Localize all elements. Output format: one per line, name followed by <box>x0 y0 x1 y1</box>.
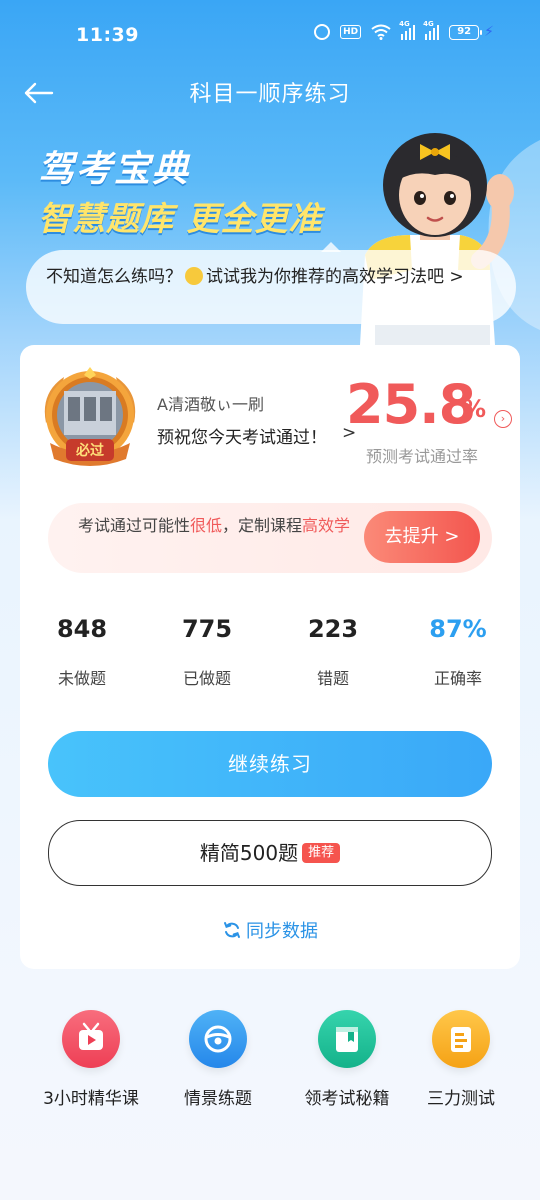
nav-bar: 科目一顺序练习 <box>0 70 540 116</box>
cell-signal-icon-2: 4G <box>423 20 440 40</box>
charging-icon: ⚡ <box>484 24 494 40</box>
improve-tip-text: 考试通过可能性很低，定制课程高效学 <box>78 516 351 535</box>
improve-tip-box: 考试通过可能性很低，定制课程高效学 去提升 > <box>48 503 492 573</box>
battery-icon: 92 <box>449 24 483 40</box>
pass-rate-value[interactable]: 25.8 <box>346 373 476 436</box>
tip-low-word: 很低 <box>190 516 223 535</box>
entry-three-ability-test[interactable]: 三力测试 <box>396 1010 526 1109</box>
continue-practice-button[interactable]: 继续练习 <box>48 731 492 797</box>
pass-rate-unit: % <box>462 395 487 423</box>
stat-wrong[interactable]: 223 错题 <box>273 611 393 689</box>
pass-medal-icon: 必过 <box>44 367 136 466</box>
banner-slogan: 智慧题库 更全更准 <box>38 199 323 238</box>
alarm-icon <box>314 24 331 40</box>
study-tip-link[interactable]: 试试我为你推荐的高效学习法吧 > <box>206 267 464 287</box>
steering-wheel-icon <box>189 1010 247 1068</box>
pass-rate-label: 预测考试通过率 <box>366 447 479 466</box>
page-title: 科目一顺序练习 <box>189 82 351 107</box>
study-tip-bubble[interactable]: 不知道怎么练吗？ 试试我为你推荐的高效学习法吧 > <box>26 242 516 324</box>
username: A清酒敬ぃ一刷 <box>157 395 264 414</box>
sync-data-link[interactable]: 同步数据 <box>20 917 520 943</box>
cell-signal-icon: 4G <box>399 20 416 40</box>
recommend-badge: 推荐 <box>302 843 341 863</box>
practice-card: 必过 A清酒敬ぃ一刷 预祝您今天考试通过！ > 25.8 % › 预测考试通过率… <box>20 345 520 969</box>
status-time: 11:39 <box>76 24 139 46</box>
entry-essence-course[interactable]: 3小时精华课 <box>26 1010 156 1109</box>
refresh-icon <box>224 922 240 938</box>
status-icons: HD 4G 4G 92 ⚡ <box>314 20 494 40</box>
entry-scene-practice[interactable]: 情景练题 <box>153 1010 283 1109</box>
tip-high-word: 高效学 <box>302 516 351 535</box>
feature-entries: 3小时精华课 情景练题 领考试秘籍 三力测试 <box>0 1010 540 1120</box>
hd-icon: HD <box>340 25 362 39</box>
simplified-500-button[interactable]: 精简500题 推荐 <box>48 820 492 886</box>
book-icon <box>318 1010 376 1068</box>
status-bar: 11:39 HD 4G 4G 92 ⚡ <box>0 0 540 70</box>
exam-wish-text[interactable]: 预祝您今天考试通过！ <box>157 423 327 448</box>
wifi-icon <box>371 24 391 40</box>
stat-undone[interactable]: 848 未做题 <box>22 611 142 689</box>
improve-button[interactable]: 去提升 > <box>364 511 480 563</box>
banner-title: 驾考宝典 <box>38 149 191 190</box>
stat-done[interactable]: 775 已做题 <box>147 611 267 689</box>
entry-exam-secrets[interactable]: 领考试秘籍 <box>282 1010 412 1109</box>
test-paper-icon <box>432 1010 490 1068</box>
stats-row: 848 未做题 775 已做题 223 错题 87% 正确率 <box>20 611 520 701</box>
video-play-icon <box>62 1010 120 1068</box>
chevron-circle-right-icon[interactable]: › <box>494 410 512 428</box>
smile-emoji-icon <box>185 267 203 285</box>
medal-text: 必过 <box>75 442 104 459</box>
stat-accuracy[interactable]: 87% 正确率 <box>398 611 518 689</box>
study-tip-text: 不知道怎么练吗？ <box>46 267 182 287</box>
